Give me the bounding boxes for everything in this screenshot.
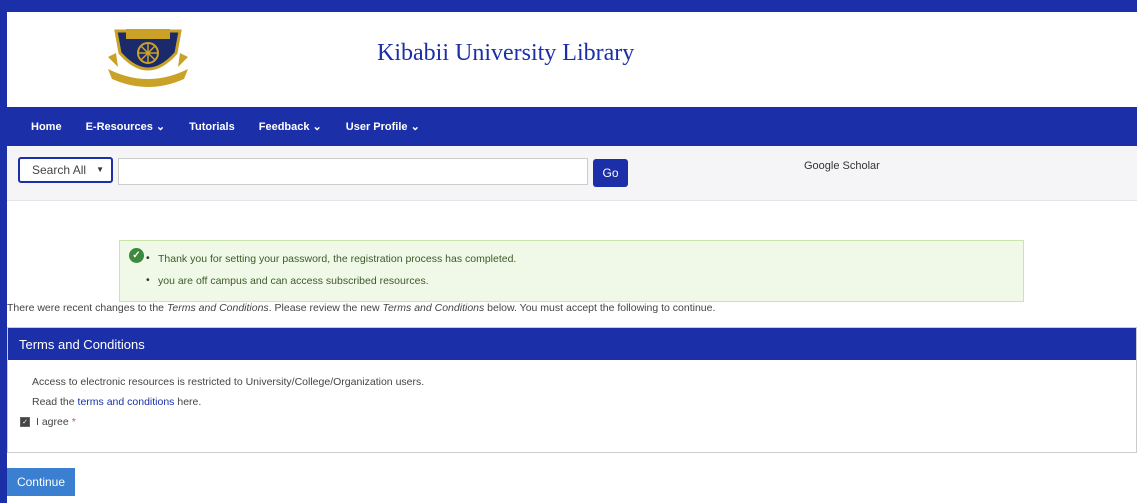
check-circle-icon: ✓ <box>129 248 144 263</box>
search-bar: Search All ▼ Go Google Scholar <box>7 146 1137 201</box>
search-input[interactable] <box>118 158 588 185</box>
main-navbar: Home E-Resources ⌄ Tutorials Feedback ⌄ … <box>7 107 1137 146</box>
agree-label: I agree <box>36 416 69 428</box>
terms-link[interactable]: terms and conditions <box>78 396 175 408</box>
access-restriction-text: Access to electronic resources is restri… <box>32 376 425 388</box>
notice-text: . Please review the new <box>268 302 383 314</box>
page-frame: Kibabii University Library Home E-Resour… <box>7 9 1137 503</box>
terms-change-notice: There were recent changes to the Terms a… <box>7 302 715 314</box>
terms-panel-body: Access to electronic resources is restri… <box>8 360 1136 452</box>
continue-button[interactable]: Continue <box>7 468 75 496</box>
site-title: Kibabii University Library <box>377 40 635 66</box>
notice-text: There were recent changes to the <box>7 302 167 314</box>
terms-panel-heading: Terms and Conditions <box>8 328 1136 360</box>
nav-e-resources[interactable]: E-Resources ⌄ <box>86 120 166 133</box>
notice-text: below. You must accept the following to … <box>484 302 716 314</box>
alert-message: you are off campus and can access subscr… <box>146 274 516 287</box>
alert-message: Thank you for setting your password, the… <box>146 252 516 265</box>
terms-panel: Terms and Conditions Access to electroni… <box>7 327 1137 453</box>
read-terms-prefix: Read the <box>32 396 78 408</box>
select-caret-icon: ▼ <box>96 165 104 174</box>
go-button[interactable]: Go <box>593 159 628 187</box>
search-scope-value: Search All <box>32 163 87 177</box>
university-crest-icon[interactable] <box>106 23 190 89</box>
notice-emphasis: Terms and Conditions <box>382 302 485 314</box>
notice-emphasis: Terms and Conditions <box>166 302 269 314</box>
nav-home[interactable]: Home <box>31 121 62 133</box>
alert-messages: Thank you for setting your password, the… <box>146 252 516 297</box>
google-scholar-link[interactable]: Google Scholar <box>804 160 880 172</box>
search-scope-select[interactable]: Search All ▼ <box>18 157 113 183</box>
agree-checkbox-row[interactable]: ✓ I agree * <box>20 416 76 428</box>
nav-tutorials[interactable]: Tutorials <box>189 121 235 133</box>
site-header: Kibabii University Library <box>7 12 1137 107</box>
required-marker: * <box>71 416 76 428</box>
agree-checkbox[interactable]: ✓ <box>20 417 30 427</box>
success-alert: ✓ Thank you for setting your password, t… <box>119 240 1024 302</box>
nav-user-profile[interactable]: User Profile ⌄ <box>346 120 420 133</box>
read-terms-suffix: here. <box>174 396 202 408</box>
read-terms-text: Read the terms and conditions here. <box>32 396 201 408</box>
nav-feedback[interactable]: Feedback ⌄ <box>259 120 322 133</box>
